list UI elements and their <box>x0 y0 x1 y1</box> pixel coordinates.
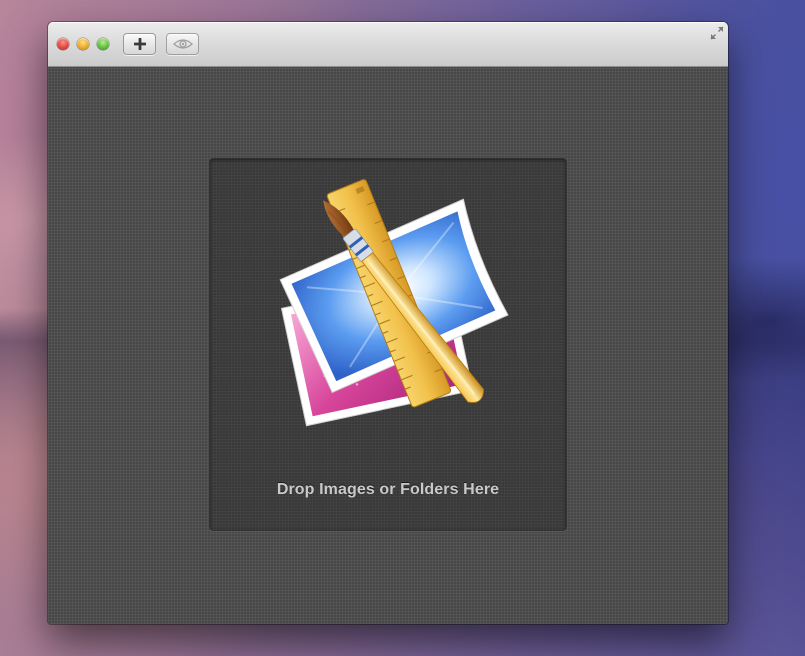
window-content: Drop Images or Folders Here <box>48 67 728 624</box>
eye-icon <box>172 39 193 49</box>
zoom-window-button[interactable] <box>97 38 109 50</box>
add-button[interactable] <box>123 33 156 55</box>
plus-icon <box>133 38 146 50</box>
app-window: Drop Images or Folders Here <box>48 22 728 624</box>
close-window-button[interactable] <box>57 38 69 50</box>
app-icon-ruler-brush-photos <box>279 179 509 427</box>
title-bar <box>48 22 728 67</box>
drop-zone-label: Drop Images or Folders Here <box>276 481 500 498</box>
preview-button[interactable] <box>166 33 199 55</box>
image-drop-zone[interactable]: Drop Images or Folders Here <box>209 158 567 531</box>
fullscreen-arrows-icon[interactable] <box>709 25 725 41</box>
minimize-window-button[interactable] <box>77 38 89 50</box>
